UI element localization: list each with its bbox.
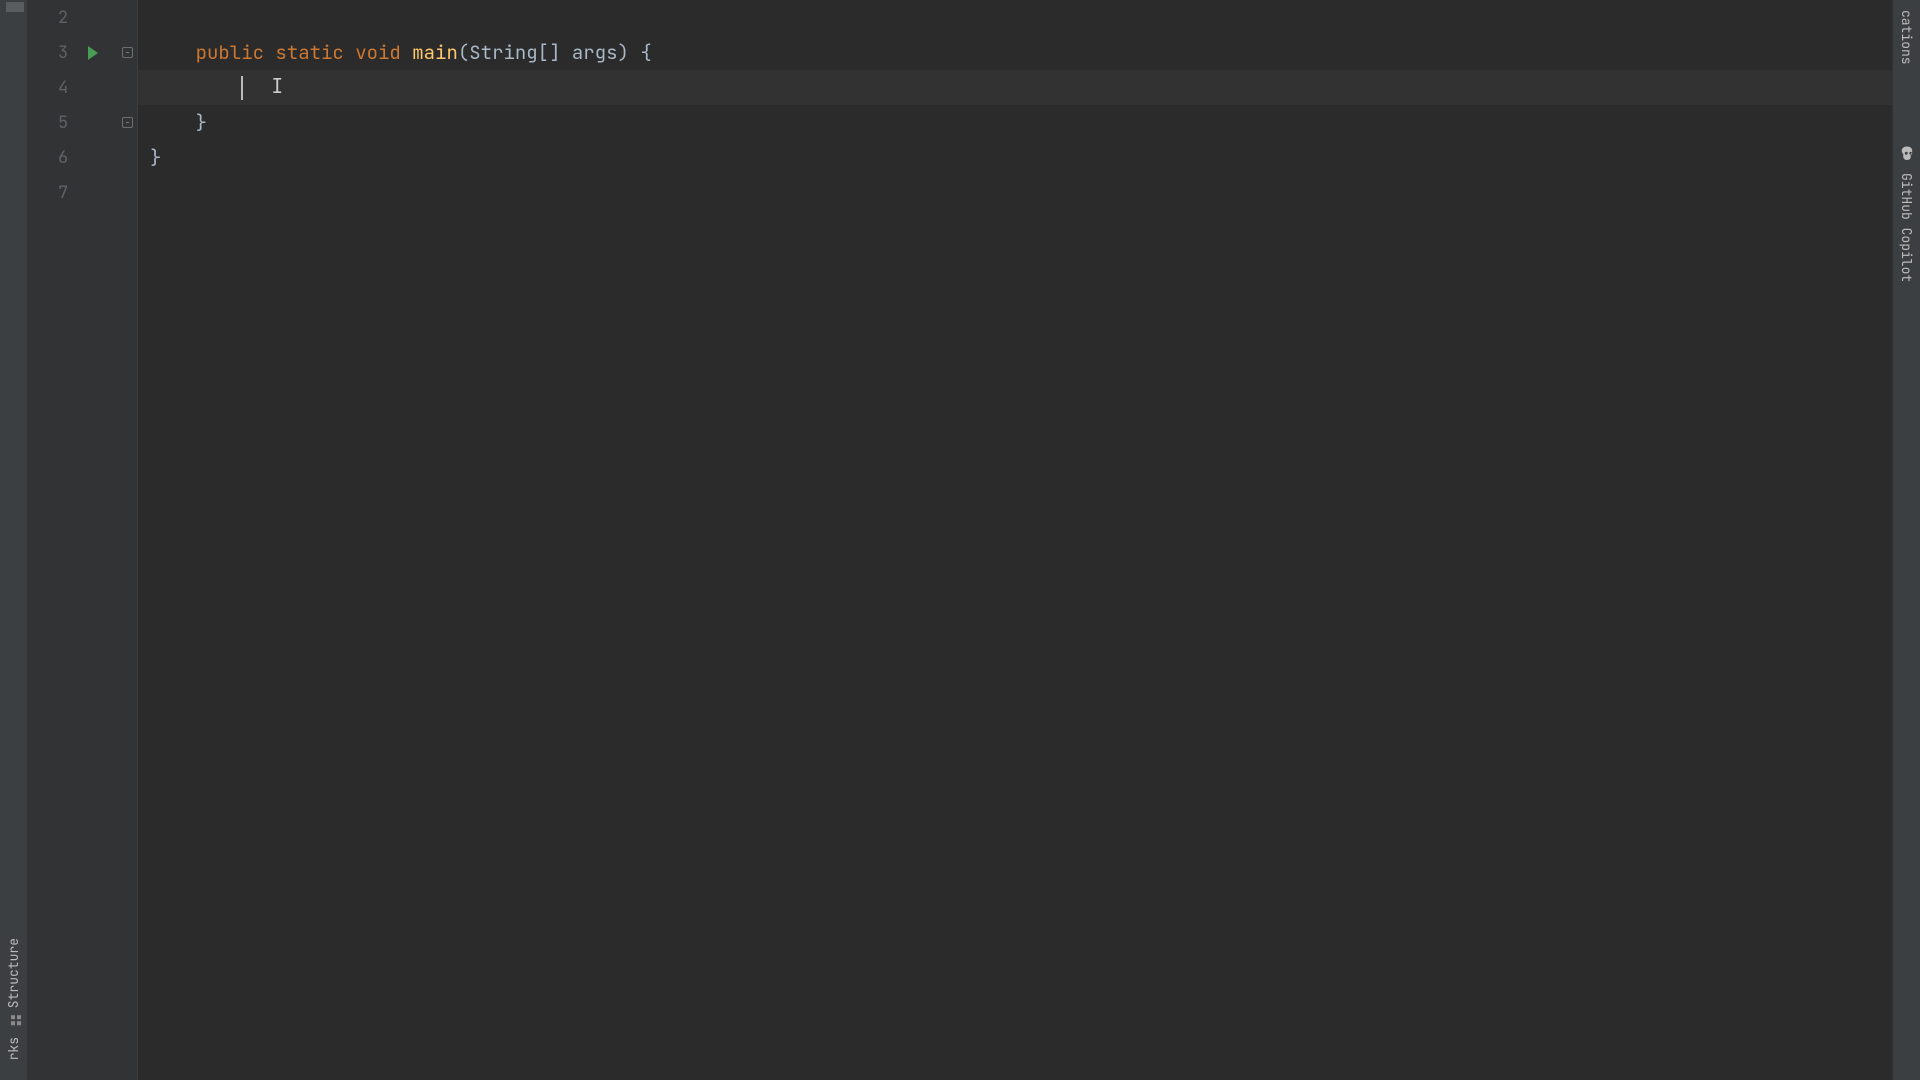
line-number: 6 (58, 147, 68, 169)
github-copilot-icon[interactable] (1898, 145, 1916, 163)
structure-tool-label: Structure (5, 938, 22, 1008)
right-tool-sidebar: cations GitHub Copilot (1892, 0, 1920, 1080)
code-line[interactable]: } (138, 140, 1892, 175)
type-string: String (469, 35, 537, 70)
ibeam-cursor-icon: I (271, 69, 283, 104)
keyword-static: static (275, 35, 343, 70)
keyword-public: public (196, 35, 264, 70)
gutter-line[interactable]: 7 (28, 175, 137, 210)
code-editor[interactable]: public static void main(String[] args) {… (138, 0, 1892, 1080)
keyword-void: void (355, 35, 401, 70)
gutter-line[interactable]: 3 (28, 35, 137, 70)
bookmarks-tool-tab[interactable]: rks (3, 1037, 24, 1070)
code-line[interactable]: public static void main(String[] args) { (138, 35, 1892, 70)
method-main: main (412, 35, 458, 70)
left-tool-sidebar: Structure rks (0, 0, 28, 1080)
github-copilot-tool-label: GitHub Copilot (1898, 173, 1915, 282)
line-number: 5 (58, 112, 68, 134)
notifications-tool-tab[interactable]: cations (1896, 10, 1917, 75)
fold-collapse-icon[interactable] (122, 47, 133, 58)
notifications-tool-label: cations (1898, 10, 1915, 65)
structure-tool-tab[interactable]: Structure (3, 928, 24, 1036)
left-top-marker (6, 2, 24, 12)
structure-icon (8, 1015, 20, 1027)
line-number: 3 (58, 42, 68, 64)
text-caret (241, 76, 243, 100)
gutter-line[interactable]: 6 (28, 140, 137, 175)
github-copilot-tool-tab[interactable]: GitHub Copilot (1896, 163, 1917, 292)
param-args: args (572, 35, 618, 70)
bookmarks-tool-label: rks (5, 1037, 22, 1060)
code-line[interactable] (138, 175, 1892, 210)
run-gutter-icon[interactable] (88, 46, 98, 60)
editor-gutter: 2 3 4 5 6 7 (28, 0, 138, 1080)
code-line[interactable]: } (138, 105, 1892, 140)
line-number: 7 (58, 182, 68, 204)
code-line[interactable] (138, 0, 1892, 35)
gutter-line[interactable]: 2 (28, 0, 137, 35)
gutter-line[interactable]: 4 (28, 70, 137, 105)
line-number: 4 (58, 77, 68, 99)
line-number: 2 (58, 7, 68, 29)
gutter-line[interactable]: 5 (28, 105, 137, 140)
code-line-active[interactable]: I (138, 70, 1892, 105)
fold-collapse-icon[interactable] (122, 117, 133, 128)
